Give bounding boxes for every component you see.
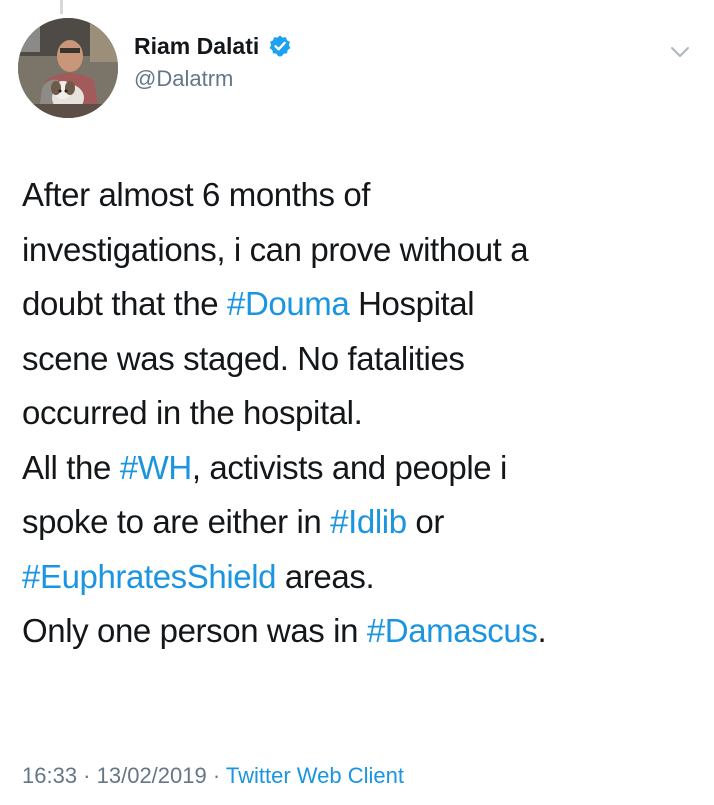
tweet-source-link[interactable]: Twitter Web Client xyxy=(226,763,404,788)
meta-separator: · xyxy=(206,763,226,788)
tweet-line: Only one person was in #Damascus. xyxy=(22,604,692,659)
tweet-text: After almost 6 months of investigations,… xyxy=(22,168,692,659)
tweet-line: investigations, i can prove without a xyxy=(22,223,692,278)
hashtag-euphratesshield[interactable]: #EuphratesShield xyxy=(22,558,277,595)
tweet-text-segment: All the xyxy=(22,448,120,486)
tweet-time[interactable]: 16:33 xyxy=(22,763,77,788)
tweet-text-segment: occurred in the hospital. xyxy=(22,394,363,431)
hashtag-douma[interactable]: #Douma xyxy=(227,285,350,322)
meta-separator: · xyxy=(77,763,97,788)
tweet-card: Riam Dalati @Dalatrm After almost 6 mont… xyxy=(0,0,714,805)
profile-photo-icon xyxy=(18,18,118,118)
tweet-line: After almost 6 months of xyxy=(22,168,692,223)
tweet-line: #EuphratesShield areas. xyxy=(22,550,692,605)
tweet-line: All the #WH, activists and people i xyxy=(22,441,692,496)
hashtag-idlib[interactable]: #Idlib xyxy=(330,503,407,540)
tweet-text-segment: Only one person was in xyxy=(22,612,367,649)
tweet-text-segment: Hospital xyxy=(349,285,475,322)
tweet-line: spoke to are either in #Idlib or xyxy=(22,495,692,550)
tweet-line: scene was staged. No fatalities xyxy=(22,332,692,387)
tweet-text-segment: areas. xyxy=(276,557,375,595)
tweet-text-segment: doubt that the xyxy=(22,285,228,322)
author-info: Riam Dalati @Dalatrm xyxy=(134,32,292,92)
hashtag-wh[interactable]: #WH xyxy=(120,449,193,486)
avatar[interactable] xyxy=(18,18,118,118)
tweet-line: doubt that the #Douma Hospital xyxy=(22,277,692,332)
author-handle[interactable]: @Dalatrm xyxy=(134,66,292,92)
tweet-metadata: 16:33 · 13/02/2019 · Twitter Web Client xyxy=(22,761,404,791)
chevron-down-icon[interactable] xyxy=(668,40,692,64)
tweet-text-segment: . xyxy=(537,612,547,649)
author-name-row: Riam Dalati xyxy=(134,32,292,60)
tweet-date[interactable]: 13/02/2019 xyxy=(97,763,207,788)
tweet-text-segment: After almost 6 months of xyxy=(22,176,371,213)
verified-badge-icon xyxy=(268,34,292,58)
tweet-text-segment: or xyxy=(406,503,444,540)
tweet-line: occurred in the hospital. xyxy=(22,386,692,441)
tweet-text-segment: , activists and people i xyxy=(191,448,507,486)
hashtag-damascus[interactable]: #Damascus xyxy=(367,612,538,649)
author-display-name[interactable]: Riam Dalati xyxy=(134,32,259,60)
tweet-text-segment: scene was staged. No fatalities xyxy=(22,339,465,377)
tweet-text-segment: spoke to are either in xyxy=(22,503,331,540)
tweet-text-segment: investigations, i can prove without a xyxy=(22,230,529,268)
thread-connector-line xyxy=(60,0,63,14)
